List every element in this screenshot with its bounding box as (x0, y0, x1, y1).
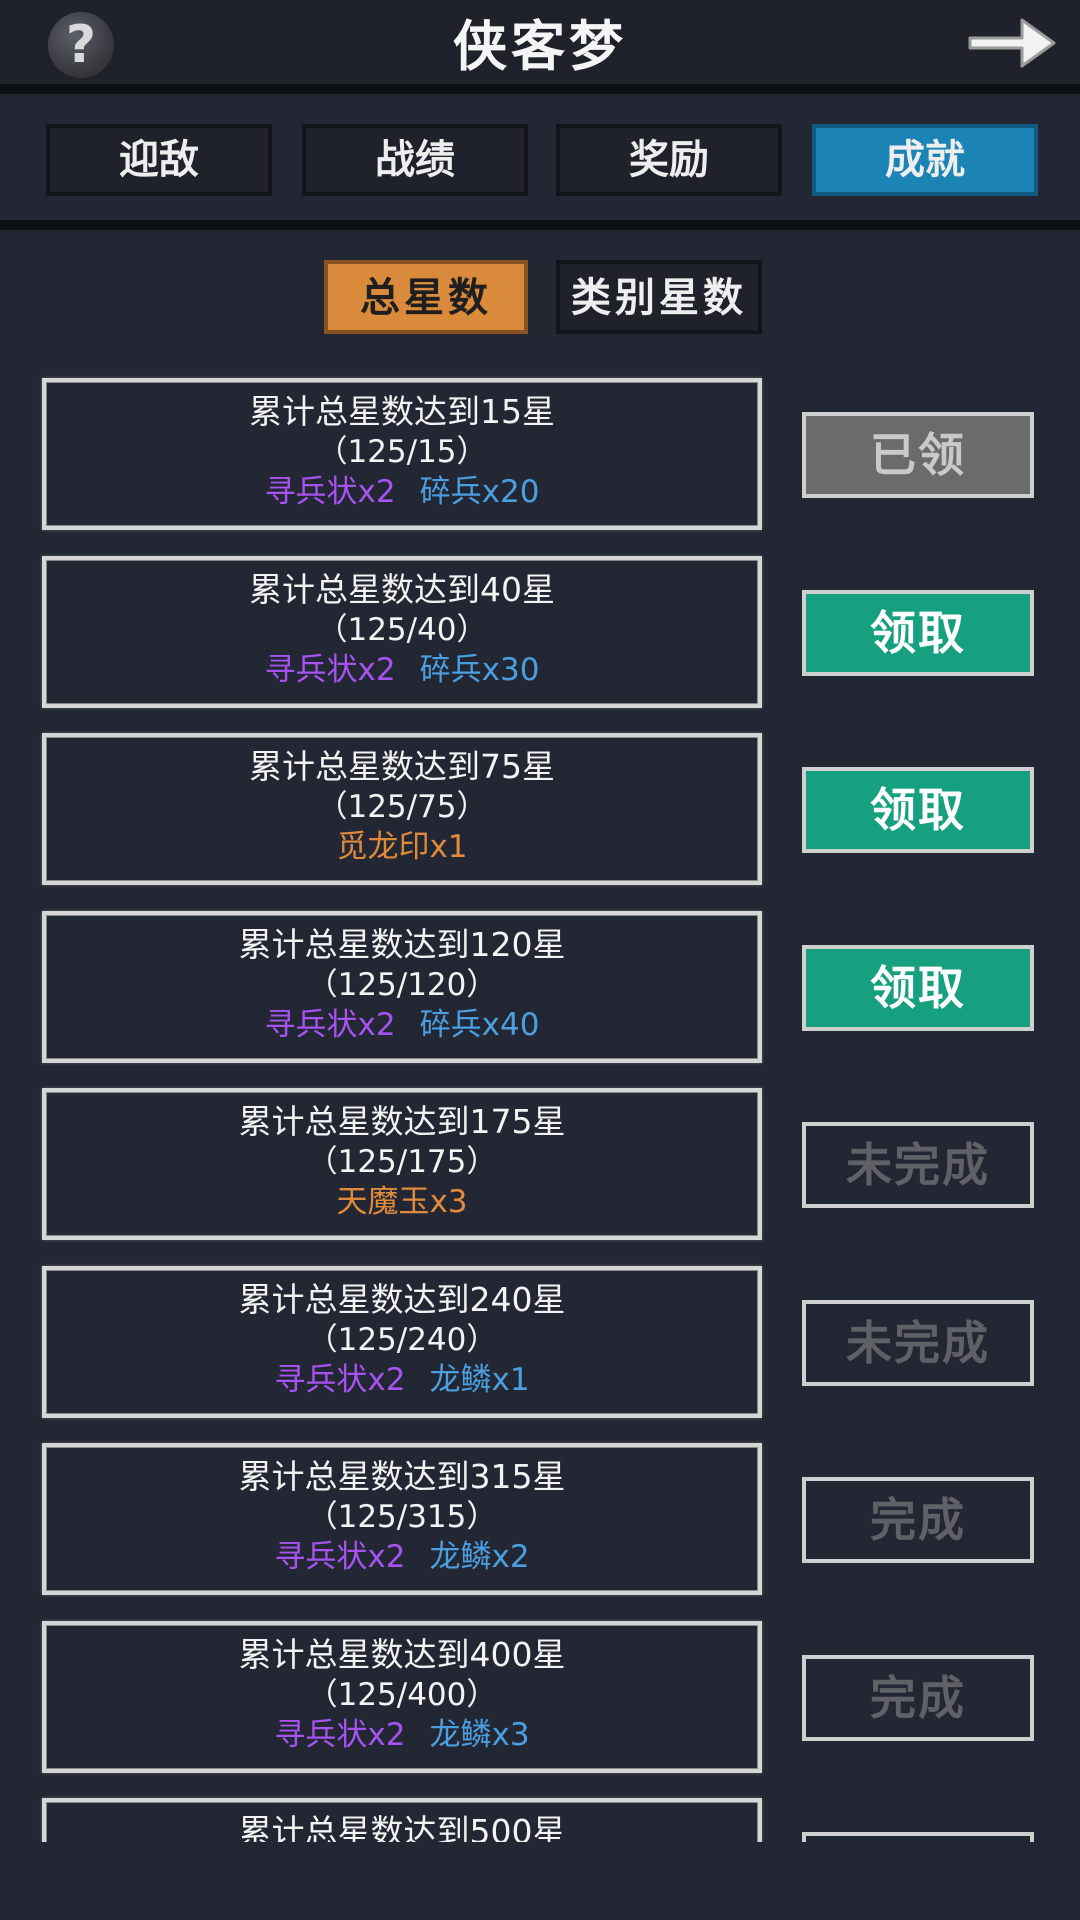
app-screen: ? 侠客梦 迎敌 战绩 奖励 成就 总星数 类别星数 累计总星数达到15星 （12… (0, 0, 1080, 1920)
reward-item: 寻兵状x2 (274, 1717, 406, 1753)
done-button: 完成 (802, 1655, 1034, 1741)
achievement-progress: （125/315） (306, 1499, 498, 1535)
achievement-rewards: 寻兵状x2 龙鳞x2 (46, 1537, 758, 1577)
achievement-card: 累计总星数达到240星 （125/240） 寻兵状x2 龙鳞x1 (42, 1266, 762, 1418)
achievement-card: 累计总星数达到40星 （125/40） 寻兵状x2 碎兵x30 (42, 556, 762, 708)
reward-item: 寻兵状x2 (264, 1007, 396, 1043)
subtab-total-stars[interactable]: 总星数 (324, 260, 528, 334)
tab-yingdi[interactable]: 迎敌 (46, 124, 272, 196)
list-bottom-mask (0, 1842, 1080, 1920)
achievement-title: 累计总星数达到120星 (238, 925, 566, 964)
reward-item: 碎兵x30 (419, 652, 540, 688)
claim-button[interactable]: 领取 (802, 945, 1034, 1031)
reward-item: 寻兵状x2 (274, 1539, 406, 1575)
achievement-card: 累计总星数达到400星 （125/400） 寻兵状x2 龙鳞x3 (42, 1621, 762, 1773)
achievement-title: 累计总星数达到15星 (249, 392, 555, 431)
reward-item: 寻兵状x2 (274, 1362, 406, 1398)
question-mark-icon[interactable]: ? (48, 12, 114, 78)
tab-jiangli[interactable]: 奖励 (556, 124, 782, 196)
incomplete-button: 未完成 (802, 1122, 1034, 1208)
reward-item: 寻兵状x2 (264, 474, 396, 510)
achievement-progress: （125/120） (306, 967, 498, 1003)
incomplete-button: 未完成 (802, 1300, 1034, 1386)
achievement-card: 累计总星数达到315星 （125/315） 寻兵状x2 龙鳞x2 (42, 1443, 762, 1595)
achievement-progress: （125/75） (316, 789, 488, 825)
header-bar: ? 侠客梦 (0, 0, 1080, 94)
achievement-title: 累计总星数达到400星 (238, 1635, 566, 1674)
claimed-button: 已领 (802, 412, 1034, 498)
tab-chengjiu[interactable]: 成就 (812, 124, 1038, 196)
reward-item: 龙鳞x1 (429, 1362, 530, 1398)
achievement-rewards: 寻兵状x2 碎兵x40 (46, 1005, 758, 1045)
reward-item: 觅龙印x1 (336, 829, 468, 865)
subtab-category-stars[interactable]: 类别星数 (556, 260, 762, 334)
achievement-rewards: 天魔玉x3 (46, 1182, 758, 1222)
reward-item: 天魔玉x3 (336, 1184, 468, 1220)
achievement-row: 累计总星数达到240星 （125/240） 寻兵状x2 龙鳞x1 未完成 (0, 1266, 1080, 1426)
achievement-card: 累计总星数达到175星 （125/175） 天魔玉x3 (42, 1088, 762, 1240)
achievement-progress: （125/400） (306, 1677, 498, 1713)
reward-item: 龙鳞x2 (429, 1539, 530, 1575)
achievement-rewards: 寻兵状x2 龙鳞x1 (46, 1360, 758, 1400)
achievement-rewards: 寻兵状x2 龙鳞x3 (46, 1715, 758, 1755)
achievement-card: 累计总星数达到75星 （125/75） 觅龙印x1 (42, 733, 762, 885)
reward-item: 寻兵状x2 (264, 652, 396, 688)
arrow-right-icon[interactable] (964, 8, 1060, 78)
achievement-title: 累计总星数达到75星 (249, 747, 555, 786)
achievement-row: 累计总星数达到40星 （125/40） 寻兵状x2 碎兵x30 领取 (0, 556, 1080, 716)
reward-item: 碎兵x20 (419, 474, 540, 510)
achievement-row: 累计总星数达到315星 （125/315） 寻兵状x2 龙鳞x2 完成 (0, 1443, 1080, 1603)
achievement-card: 累计总星数达到15星 （125/15） 寻兵状x2 碎兵x20 (42, 378, 762, 530)
tab-zhanji[interactable]: 战绩 (302, 124, 528, 196)
reward-item: 龙鳞x3 (429, 1717, 530, 1753)
achievement-title: 累计总星数达到40星 (249, 570, 555, 609)
achievement-row: 累计总星数达到400星 （125/400） 寻兵状x2 龙鳞x3 完成 (0, 1621, 1080, 1781)
claim-button[interactable]: 领取 (802, 767, 1034, 853)
reward-item: 碎兵x40 (419, 1007, 540, 1043)
achievement-progress: （125/175） (306, 1144, 498, 1180)
achievement-row: 累计总星数达到75星 （125/75） 觅龙印x1 领取 (0, 733, 1080, 893)
achievement-card: 累计总星数达到120星 （125/120） 寻兵状x2 碎兵x40 (42, 911, 762, 1063)
achievement-rewards: 寻兵状x2 碎兵x30 (46, 650, 758, 690)
achievement-progress: （125/15） (316, 434, 488, 470)
page-title: 侠客梦 (453, 14, 627, 78)
achievement-rewards: 寻兵状x2 碎兵x20 (46, 472, 758, 512)
achievement-rewards: 觅龙印x1 (46, 827, 758, 867)
achievement-row: 累计总星数达到15星 （125/15） 寻兵状x2 碎兵x20 已领 (0, 378, 1080, 538)
tab-bar: 迎敌 战绩 奖励 成就 (0, 94, 1080, 230)
achievement-title: 累计总星数达到175星 (238, 1102, 566, 1141)
done-button: 完成 (802, 1477, 1034, 1563)
achievement-title: 累计总星数达到240星 (238, 1280, 566, 1319)
achievement-row: 累计总星数达到175星 （125/175） 天魔玉x3 未完成 (0, 1088, 1080, 1248)
claim-button[interactable]: 领取 (802, 590, 1034, 676)
achievement-row: 累计总星数达到120星 （125/120） 寻兵状x2 碎兵x40 领取 (0, 911, 1080, 1071)
achievement-title: 累计总星数达到315星 (238, 1457, 566, 1496)
achievement-progress: （125/40） (316, 612, 488, 648)
achievement-progress: （125/240） (306, 1322, 498, 1358)
